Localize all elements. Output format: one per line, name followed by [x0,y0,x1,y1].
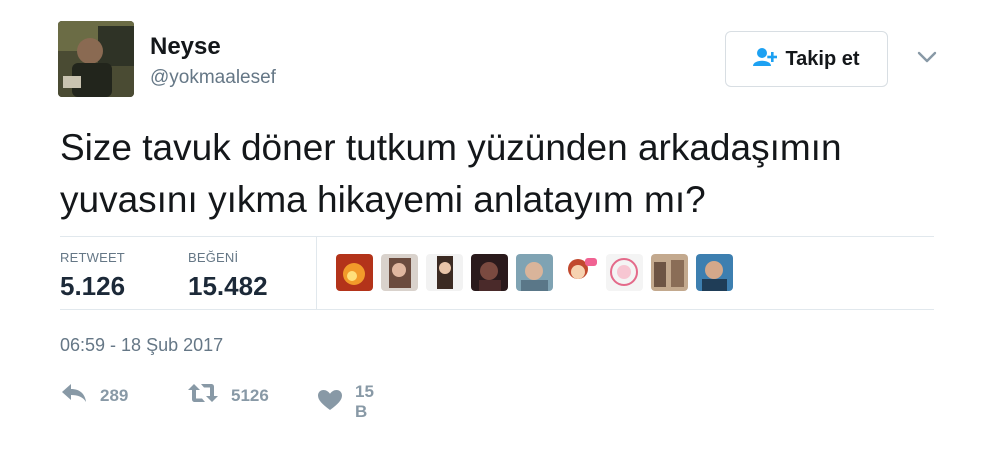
retweet-stat[interactable]: RETWEET 5.126 [60,250,125,302]
liker-avatar[interactable] [561,254,598,291]
chevron-down-icon[interactable] [914,47,940,67]
avatar[interactable] [58,21,134,97]
liker-avatar[interactable] [471,254,508,291]
tweet-text-line: Size tavuk döner tutkum yüzünden arkadaş… [60,127,842,168]
retweet-count: 5126 [231,385,269,405]
divider [316,237,317,309]
liker-avatar[interactable] [516,254,553,291]
liker-avatar[interactable] [606,254,643,291]
tweet-text: Size tavuk döner tutkum yüzünden arkadaş… [60,122,940,226]
follow-button-label: Takip et [785,47,860,70]
reply-count: 289 [100,385,129,405]
retweet-stat-label: RETWEET [60,250,125,265]
follow-button[interactable]: Takip et [725,31,888,87]
add-user-icon [753,47,778,72]
liker-avatar[interactable] [426,254,463,291]
user-handle[interactable]: @yokmaalesef [150,67,276,89]
like-count: 15 B [355,382,374,421]
retweet-icon [187,382,219,409]
like-stat-label: BEĞENİ [188,250,239,265]
liker-avatar[interactable] [651,254,688,291]
liker-avatar[interactable] [381,254,418,291]
tweet-timestamp[interactable]: 06:59 - 18 Şub 2017 [60,335,223,356]
retweet-stat-value: 5.126 [60,271,126,301]
heart-icon [317,389,343,416]
divider [60,236,934,237]
like-stat-value: 15.482 [188,271,268,301]
display-name[interactable]: Neyse [150,33,221,61]
like-stat[interactable]: BEĞENİ 15.482 [188,250,268,302]
divider [60,309,934,310]
reply-icon [60,382,88,409]
liker-avatars [336,254,733,291]
tweet-text-line: yuvasını yıkma hikayemi anlatayım mı? [60,179,706,220]
like-button[interactable]: 15 B [317,382,374,422]
retweet-button[interactable]: 5126 [187,382,269,409]
liker-avatar[interactable] [696,254,733,291]
liker-avatar[interactable] [336,254,373,291]
reply-button[interactable]: 289 [60,382,128,409]
